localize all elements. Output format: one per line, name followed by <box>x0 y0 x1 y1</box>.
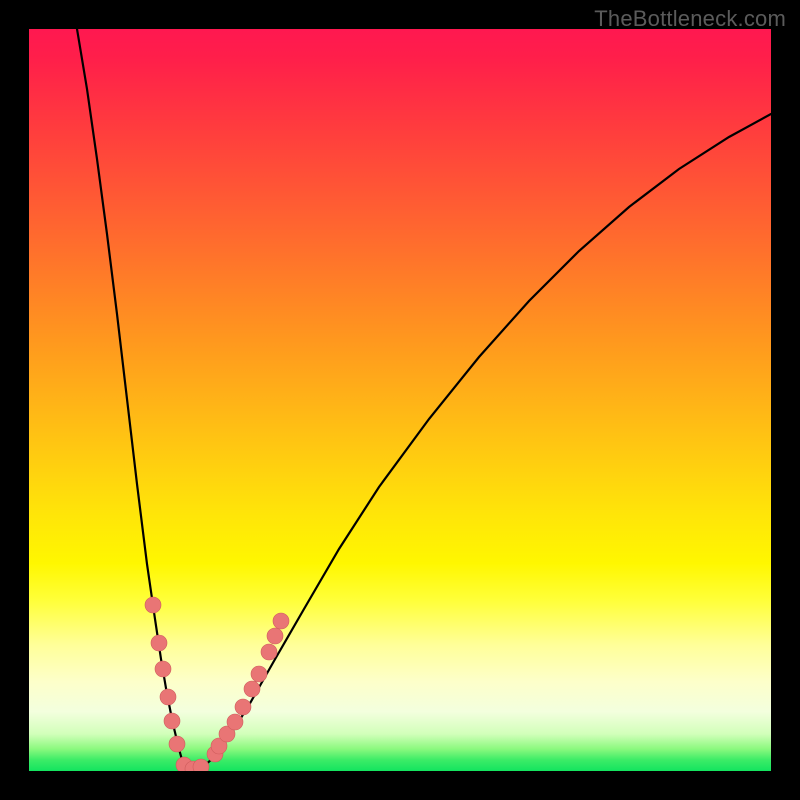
bead-marker <box>160 689 176 705</box>
bead-marker <box>155 661 171 677</box>
bead-marker <box>244 681 260 697</box>
bead-marker <box>273 613 289 629</box>
bead-marker <box>151 635 167 651</box>
plot-area <box>29 29 771 771</box>
bead-marker <box>227 714 243 730</box>
left-curve <box>77 29 187 771</box>
curves-layer <box>29 29 771 771</box>
bead-marker <box>261 644 277 660</box>
right-curve <box>191 114 771 771</box>
bead-marker <box>145 597 161 613</box>
bead-marker <box>193 759 209 771</box>
bead-markers <box>145 597 289 771</box>
bead-marker <box>251 666 267 682</box>
bead-marker <box>235 699 251 715</box>
watermark-text: TheBottleneck.com <box>594 6 786 32</box>
bead-marker <box>164 713 180 729</box>
chart-frame: TheBottleneck.com <box>0 0 800 800</box>
bead-marker <box>267 628 283 644</box>
bead-marker <box>169 736 185 752</box>
